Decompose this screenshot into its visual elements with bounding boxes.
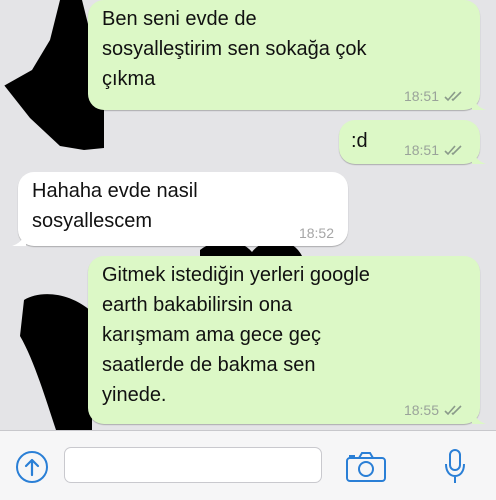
read-receipt-icon (444, 90, 464, 102)
bubble-tail (472, 408, 486, 424)
share-icon[interactable] (14, 449, 50, 485)
message-meta: 18:52 (299, 225, 334, 241)
message-bubble-outgoing[interactable]: Gitmek istediğin yerleri google earth ba… (88, 256, 486, 424)
message-time: 18:52 (298, 225, 334, 241)
message-time: 18:55 (403, 402, 439, 418)
bubble-tail (472, 94, 486, 110)
message-meta: 18:51 (404, 142, 464, 158)
message-text: Hahaha evde nasil sosyallescem (32, 180, 198, 232)
message-time: 18:51 (403, 88, 439, 104)
message-bubble-outgoing[interactable]: :d 18:51 (339, 120, 486, 164)
message-meta: 18:55 (404, 402, 464, 418)
read-receipt-icon (444, 404, 464, 416)
microphone-icon[interactable] (440, 447, 470, 487)
chat-view[interactable]: Ben seni evde de sosyalleştirim sen soka… (0, 0, 496, 430)
read-receipt-icon (444, 144, 464, 156)
message-bubble-outgoing[interactable]: Ben seni evde de sosyalleştirim sen soka… (88, 0, 486, 110)
message-bubble-incoming[interactable]: Hahaha evde nasil sosyallescem 18:52 (12, 172, 348, 246)
message-meta: 18:51 (404, 88, 464, 104)
message-input[interactable] (64, 447, 322, 483)
message-text: :d (351, 130, 368, 152)
camera-icon[interactable] (344, 449, 388, 485)
message-text: Ben seni evde de sosyalleştirim sen soka… (102, 8, 367, 90)
bubble-tail (12, 230, 26, 246)
message-text: Gitmek istediğin yerleri google earth ba… (102, 264, 370, 406)
message-time: 18:51 (403, 142, 439, 158)
bubble-tail (472, 148, 486, 164)
message-composer (0, 430, 496, 500)
